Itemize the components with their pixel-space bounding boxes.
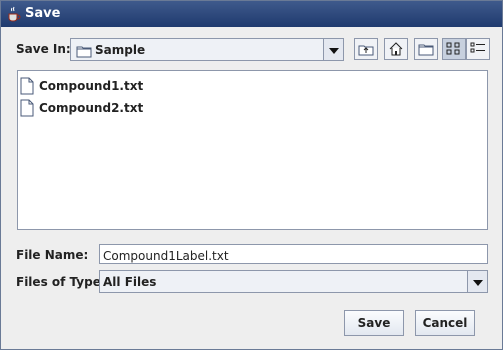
home-button[interactable] xyxy=(384,38,408,60)
file-icon xyxy=(20,77,34,95)
up-one-level-icon xyxy=(358,45,374,56)
list-view-icon xyxy=(446,42,460,55)
save-in-value: Sample xyxy=(95,43,146,57)
save-in-combo[interactable]: Sample xyxy=(70,38,344,61)
home-icon xyxy=(389,42,403,56)
file-list[interactable]: Compound1.txt Compound2.txt xyxy=(17,70,488,230)
details-view-icon xyxy=(470,42,485,53)
file-name-label: Compound1.txt xyxy=(39,79,144,93)
chevron-down-icon[interactable] xyxy=(467,271,487,292)
file-name-input[interactable] xyxy=(100,247,486,265)
list-view-button[interactable] xyxy=(442,38,466,60)
file-icon xyxy=(20,99,34,117)
new-folder-button[interactable] xyxy=(414,38,438,60)
file-name-label: Compound2.txt xyxy=(39,101,144,115)
file-name-field[interactable] xyxy=(99,244,488,265)
cancel-button[interactable]: Cancel xyxy=(415,310,475,336)
save-in-label: Save In: xyxy=(16,42,71,56)
up-one-level-button[interactable] xyxy=(354,38,378,60)
files-of-type-value: All Files xyxy=(103,275,157,289)
java-coffee-icon xyxy=(5,5,23,23)
new-folder-icon xyxy=(418,44,434,56)
files-of-type-combo[interactable]: All Files xyxy=(99,270,488,293)
files-of-type-label: Files of Type: xyxy=(16,275,106,289)
save-button[interactable]: Save xyxy=(344,310,404,336)
chevron-down-icon[interactable] xyxy=(323,39,343,60)
folder-icon xyxy=(76,43,92,62)
file-name-label: File Name: xyxy=(16,248,89,262)
title-bar[interactable]: Save xyxy=(1,1,502,27)
details-view-button[interactable] xyxy=(466,38,490,60)
window-title: Save xyxy=(25,6,61,21)
save-dialog: Save Save In: Sample Compound1.txt Compo… xyxy=(0,0,503,350)
